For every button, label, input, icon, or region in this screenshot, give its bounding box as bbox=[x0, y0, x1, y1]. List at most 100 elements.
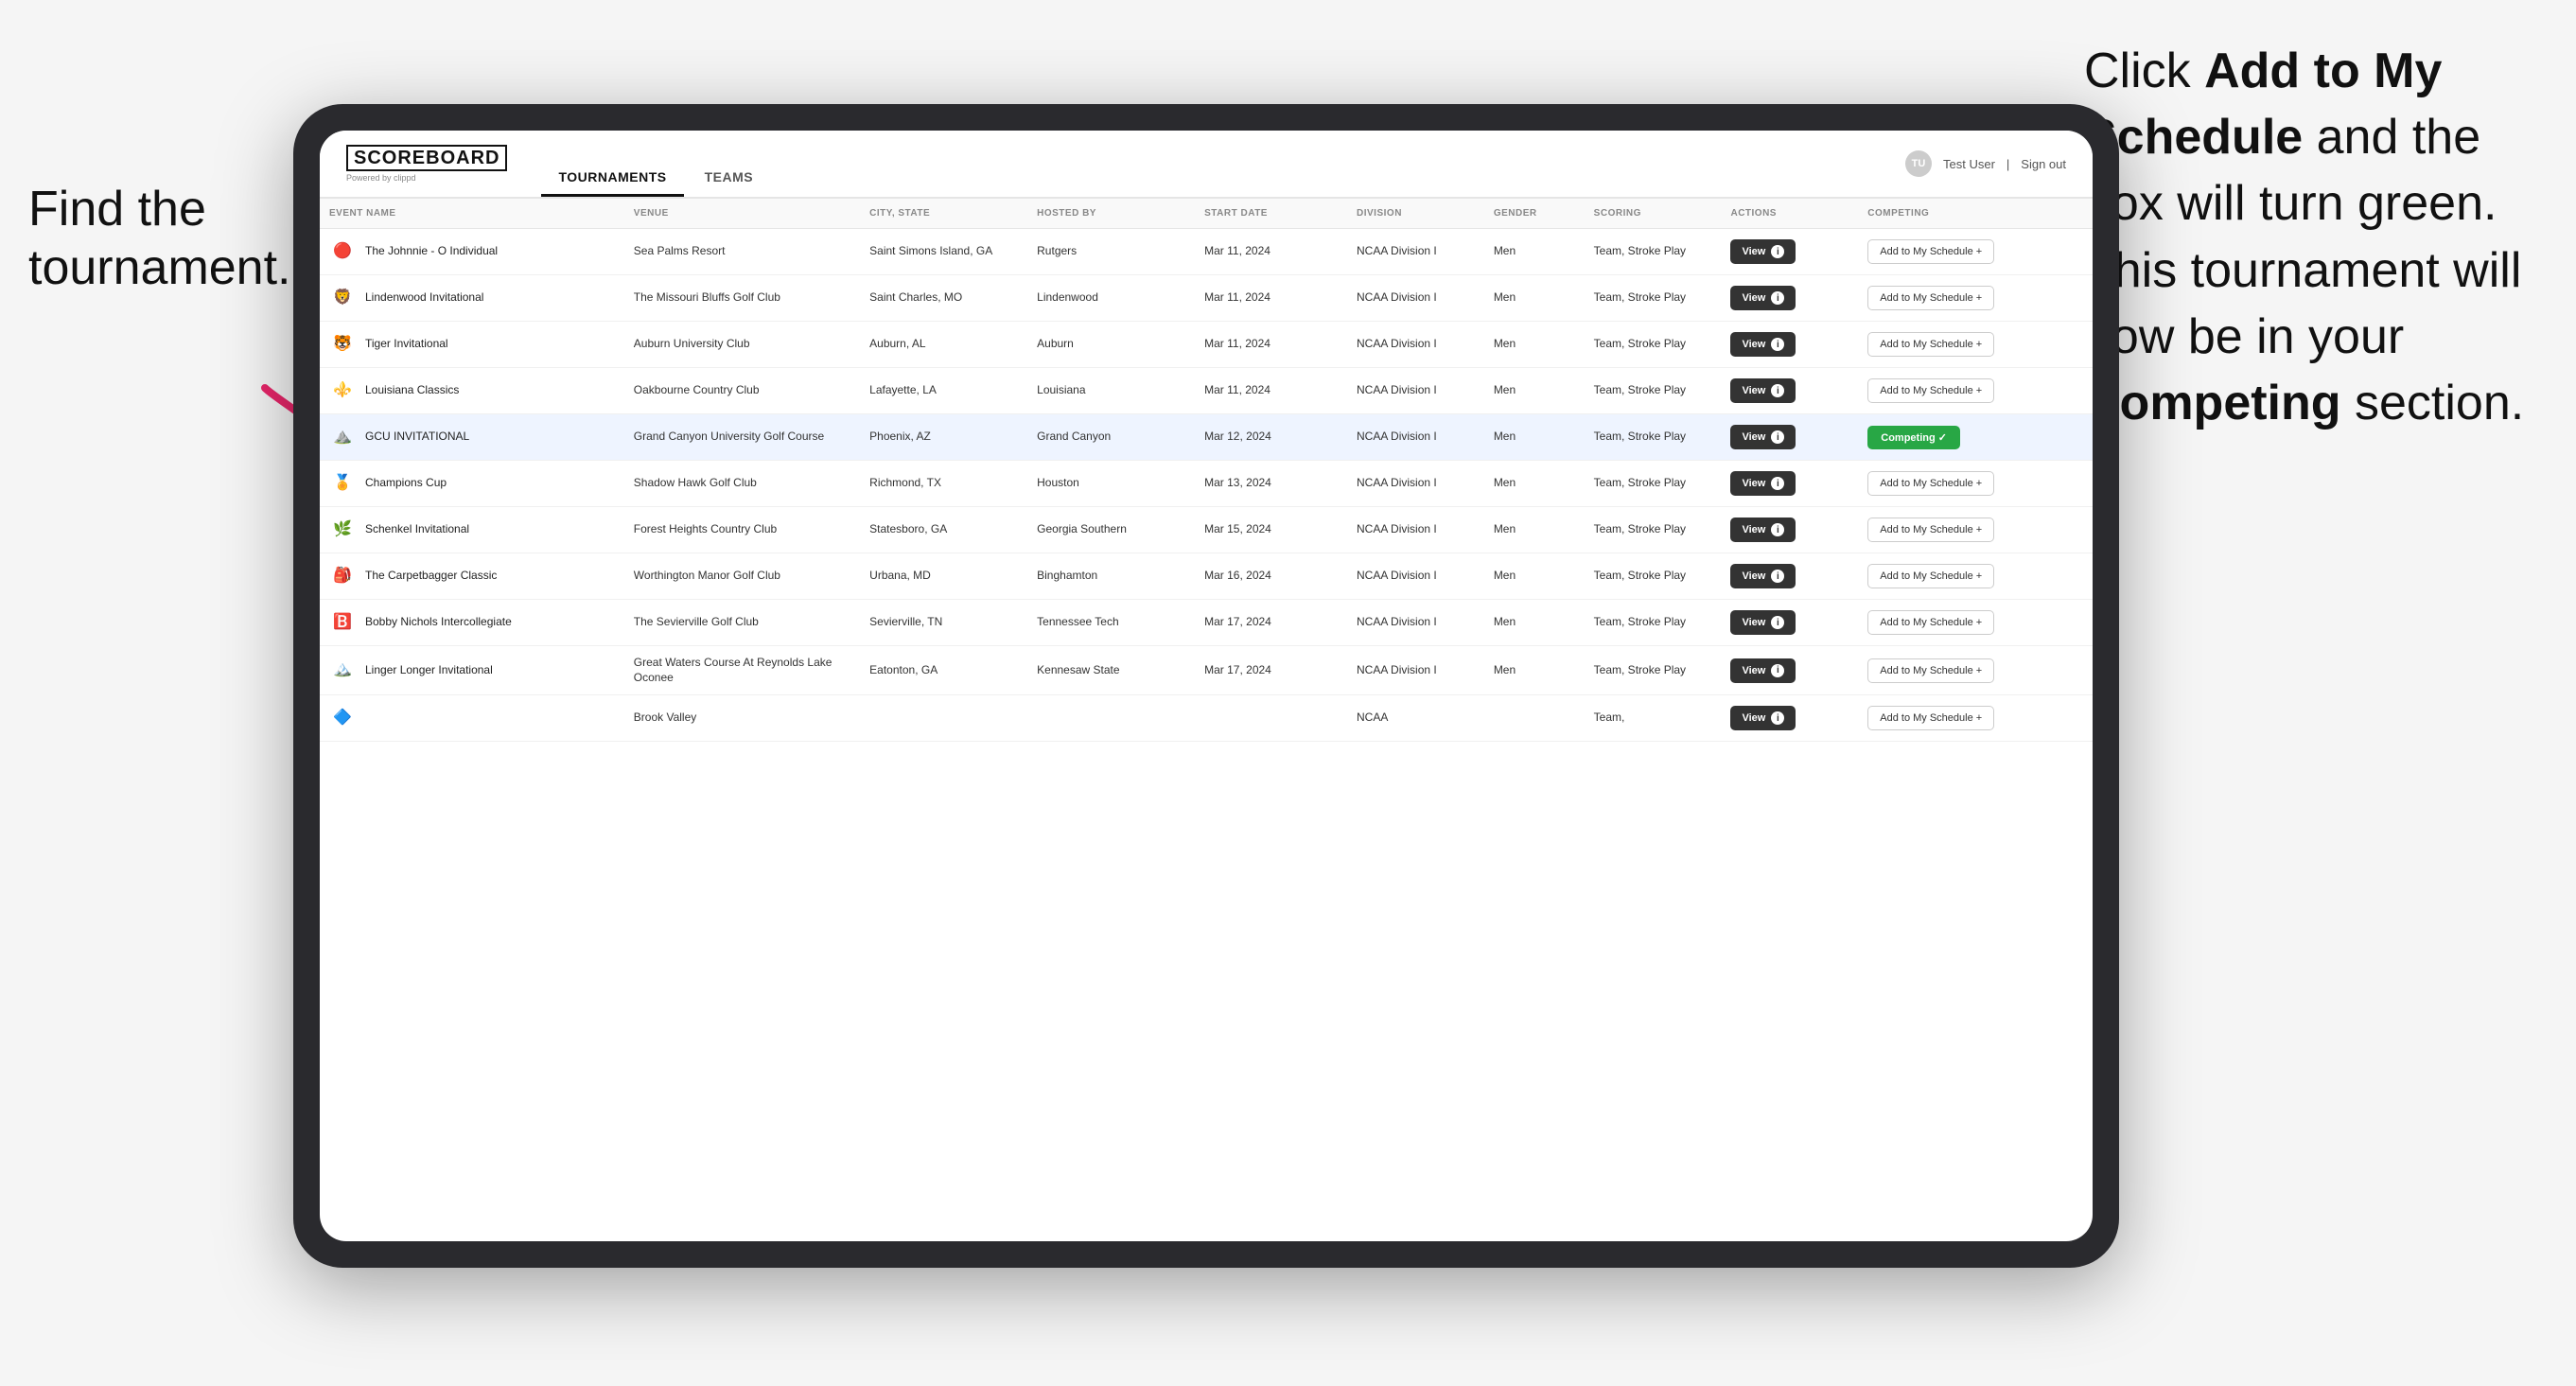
info-icon: i bbox=[1771, 430, 1784, 444]
add-to-schedule-button[interactable]: Add to My Schedule + bbox=[1867, 658, 1994, 683]
annotation-right: Click Add to My Schedule and the box wil… bbox=[2084, 38, 2538, 436]
cell-division: NCAA Division I bbox=[1347, 600, 1484, 646]
table-row: 🏅Champions CupShadow Hawk Golf ClubRichm… bbox=[320, 461, 2093, 507]
cell-hosted bbox=[1027, 695, 1195, 742]
view-button[interactable]: View i bbox=[1730, 518, 1796, 542]
col-header-division: DIVISION bbox=[1347, 199, 1484, 229]
cell-scoring: Team, bbox=[1585, 695, 1722, 742]
team-logo: 🔷 bbox=[329, 705, 356, 731]
add-to-schedule-button[interactable]: Add to My Schedule + bbox=[1867, 286, 1994, 310]
view-button[interactable]: View i bbox=[1730, 239, 1796, 264]
col-header-scoring: SCORING bbox=[1585, 199, 1722, 229]
team-logo: ⛰️ bbox=[329, 424, 356, 450]
event-name-text: Lindenwood Invitational bbox=[365, 290, 483, 306]
cell-scoring: Team, Stroke Play bbox=[1585, 461, 1722, 507]
cell-division: NCAA Division I bbox=[1347, 322, 1484, 368]
tab-teams[interactable]: TEAMS bbox=[688, 160, 771, 197]
app-logo: SCOREBOARD bbox=[346, 145, 507, 171]
table-row: 🎒The Carpetbagger ClassicWorthington Man… bbox=[320, 553, 2093, 600]
cell-event-name: 🦁 Lindenwood Invitational bbox=[320, 275, 624, 322]
cell-competing: Add to My Schedule + bbox=[1858, 507, 2093, 553]
tab-tournaments[interactable]: TOURNAMENTS bbox=[541, 160, 683, 197]
cell-city: Urbana, MD bbox=[860, 553, 1027, 600]
cell-scoring: Team, Stroke Play bbox=[1585, 646, 1722, 695]
info-icon: i bbox=[1771, 523, 1784, 536]
team-logo: 🦁 bbox=[329, 285, 356, 311]
cell-hosted: Louisiana bbox=[1027, 368, 1195, 414]
add-to-schedule-button[interactable]: Add to My Schedule + bbox=[1867, 239, 1994, 264]
cell-actions: View i bbox=[1721, 414, 1858, 461]
add-to-schedule-button[interactable]: Add to My Schedule + bbox=[1867, 378, 1994, 403]
logo-subtitle: Powered by clippd bbox=[346, 173, 507, 183]
add-to-schedule-button[interactable]: Add to My Schedule + bbox=[1867, 518, 1994, 542]
view-button[interactable]: View i bbox=[1730, 610, 1796, 635]
cell-division: NCAA bbox=[1347, 695, 1484, 742]
cell-city: Saint Charles, MO bbox=[860, 275, 1027, 322]
cell-hosted: Georgia Southern bbox=[1027, 507, 1195, 553]
cell-event-name: 🏔️Linger Longer Invitational bbox=[320, 646, 624, 695]
view-button[interactable]: View i bbox=[1730, 378, 1796, 403]
cell-scoring: Team, Stroke Play bbox=[1585, 322, 1722, 368]
cell-competing: Add to My Schedule + bbox=[1858, 368, 2093, 414]
cell-competing: Add to My Schedule + bbox=[1858, 322, 2093, 368]
cell-date bbox=[1195, 695, 1347, 742]
view-button[interactable]: View i bbox=[1730, 425, 1796, 449]
event-name-text: Louisiana Classics bbox=[365, 383, 459, 398]
team-logo: 🏔️ bbox=[329, 658, 356, 684]
cell-event-name: 🌿 Schenkel Invitational bbox=[320, 507, 624, 553]
info-icon: i bbox=[1771, 338, 1784, 351]
cell-scoring: Team, Stroke Play bbox=[1585, 553, 1722, 600]
add-to-schedule-button[interactable]: Add to My Schedule + bbox=[1867, 471, 1994, 496]
col-header-city: CITY, STATE bbox=[860, 199, 1027, 229]
view-button[interactable]: View i bbox=[1730, 564, 1796, 588]
sign-out-link[interactable]: Sign out bbox=[2021, 157, 2066, 171]
cell-actions: View i bbox=[1721, 368, 1858, 414]
add-to-schedule-button[interactable]: Add to My Schedule + bbox=[1867, 706, 1994, 730]
cell-hosted: Binghamton bbox=[1027, 553, 1195, 600]
competing-button[interactable]: Competing ✓ bbox=[1867, 426, 1960, 449]
divider: | bbox=[2006, 157, 2009, 171]
cell-actions: View i bbox=[1721, 229, 1858, 275]
cell-gender: Men bbox=[1484, 322, 1585, 368]
cell-event-name: 🔷 bbox=[320, 695, 624, 742]
cell-city: Statesboro, GA bbox=[860, 507, 1027, 553]
cell-city bbox=[860, 695, 1027, 742]
view-button[interactable]: View i bbox=[1730, 286, 1796, 310]
cell-actions: View i bbox=[1721, 646, 1858, 695]
cell-date: Mar 15, 2024 bbox=[1195, 507, 1347, 553]
add-to-schedule-button[interactable]: Add to My Schedule + bbox=[1867, 564, 1994, 588]
cell-city: Phoenix, AZ bbox=[860, 414, 1027, 461]
view-button[interactable]: View i bbox=[1730, 332, 1796, 357]
cell-event-name: 🎒The Carpetbagger Classic bbox=[320, 553, 624, 600]
cell-gender: Men bbox=[1484, 275, 1585, 322]
user-name: Test User bbox=[1943, 157, 1995, 171]
cell-city: Richmond, TX bbox=[860, 461, 1027, 507]
col-header-venue: VENUE bbox=[624, 199, 860, 229]
cell-hosted: Tennessee Tech bbox=[1027, 600, 1195, 646]
cell-event-name: 🅱️Bobby Nichols Intercollegiate bbox=[320, 600, 624, 646]
annotation-left: Find thetournament. bbox=[28, 180, 291, 298]
view-button[interactable]: View i bbox=[1730, 706, 1796, 730]
add-to-schedule-button[interactable]: Add to My Schedule + bbox=[1867, 610, 1994, 635]
view-button[interactable]: View i bbox=[1730, 658, 1796, 683]
cell-actions: View i bbox=[1721, 553, 1858, 600]
cell-actions: View i bbox=[1721, 600, 1858, 646]
info-icon: i bbox=[1771, 291, 1784, 305]
cell-division: NCAA Division I bbox=[1347, 646, 1484, 695]
table-container: EVENT NAME VENUE CITY, STATE HOSTED BY S… bbox=[320, 199, 2093, 1241]
cell-city: Sevierville, TN bbox=[860, 600, 1027, 646]
event-name-text: Schenkel Invitational bbox=[365, 522, 469, 537]
table-row: 🐯Tiger InvitationalAuburn University Clu… bbox=[320, 322, 2093, 368]
tournaments-table: EVENT NAME VENUE CITY, STATE HOSTED BY S… bbox=[320, 199, 2093, 742]
team-logo: 🏅 bbox=[329, 470, 356, 497]
event-name-text: Tiger Invitational bbox=[365, 337, 448, 352]
view-button[interactable]: View i bbox=[1730, 471, 1796, 496]
add-to-schedule-button[interactable]: Add to My Schedule + bbox=[1867, 332, 1994, 357]
info-icon: i bbox=[1771, 664, 1784, 677]
cell-competing: Add to My Schedule + bbox=[1858, 229, 2093, 275]
info-icon: i bbox=[1771, 616, 1784, 629]
cell-hosted: Kennesaw State bbox=[1027, 646, 1195, 695]
event-name-text: The Carpetbagger Classic bbox=[365, 569, 497, 584]
team-logo: 🌿 bbox=[329, 517, 356, 543]
cell-gender: Men bbox=[1484, 229, 1585, 275]
